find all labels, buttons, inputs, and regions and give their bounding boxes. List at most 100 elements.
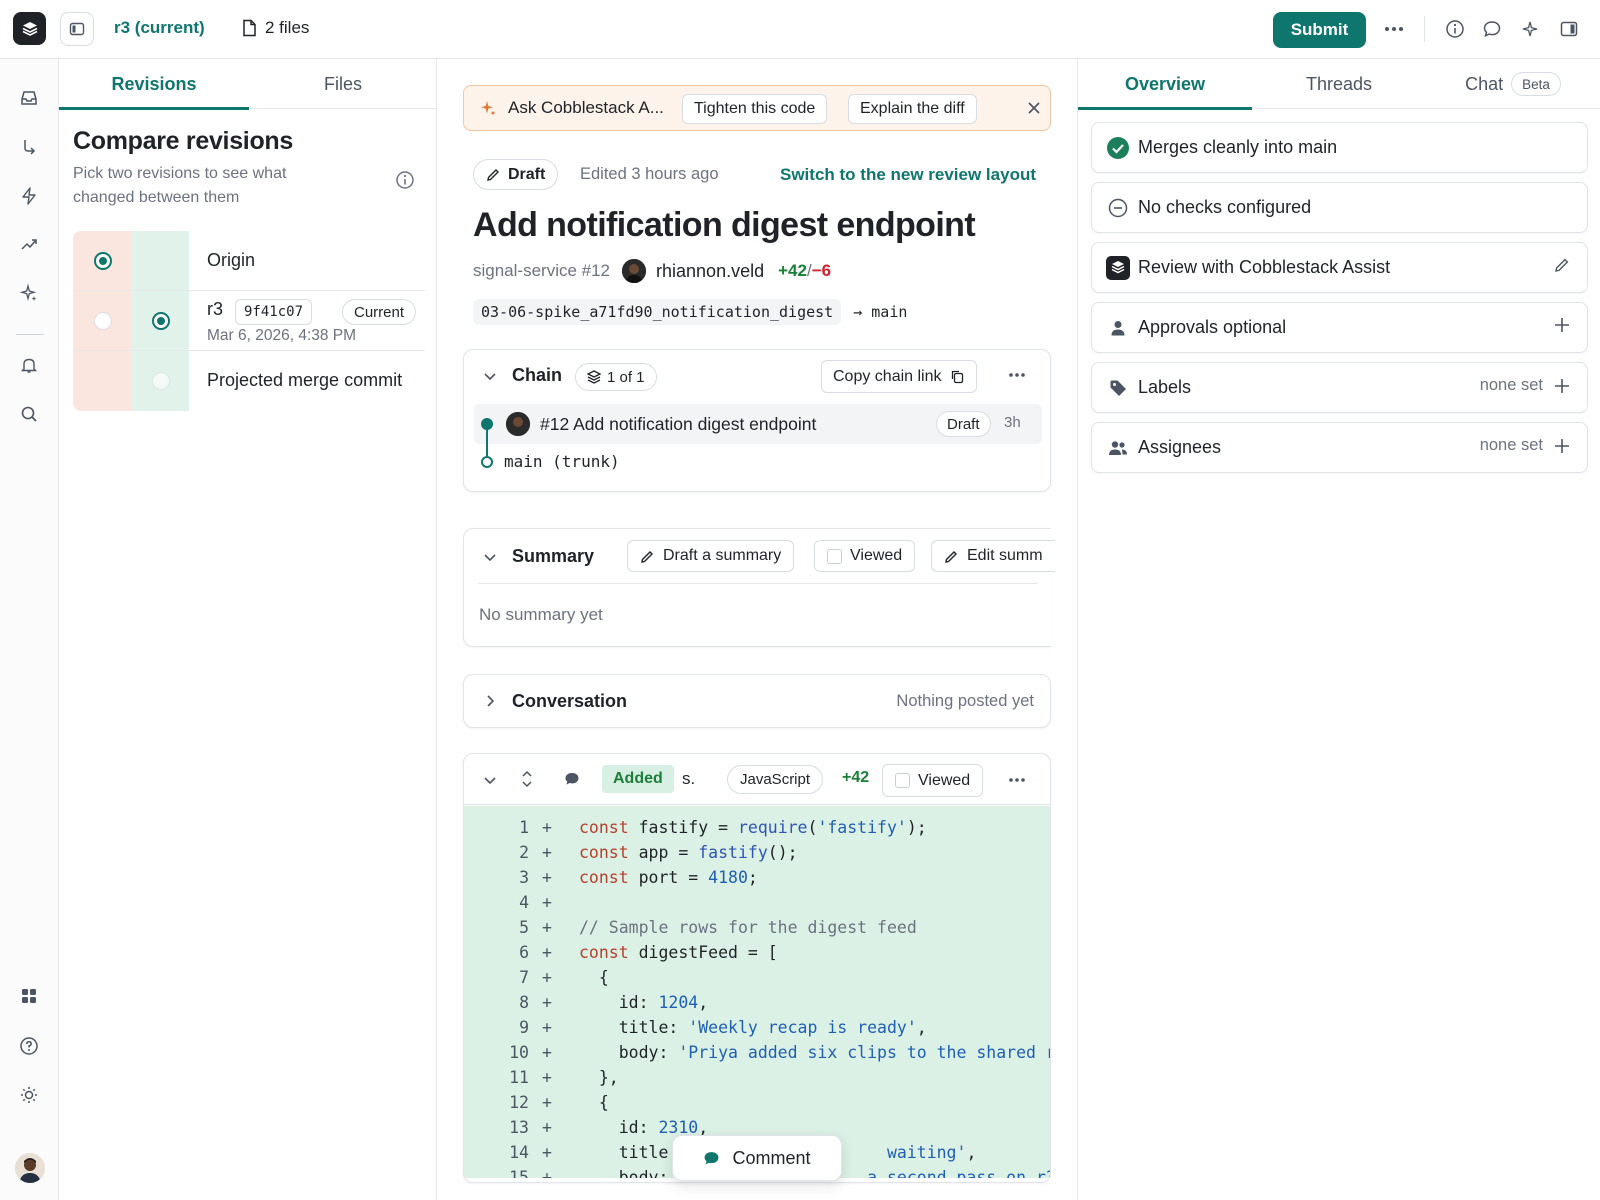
help-icon[interactable]	[17, 1034, 41, 1058]
line-number[interactable]: 15	[504, 1165, 529, 1178]
diff-line[interactable]: 6 + const digestFeed = [	[464, 940, 1050, 965]
chevron-down-icon[interactable]	[482, 772, 498, 788]
tab-threads[interactable]: Threads	[1252, 59, 1426, 109]
current-revision-link[interactable]: r3 (current)	[114, 18, 205, 38]
line-number[interactable]: 5	[504, 915, 529, 940]
info-icon[interactable]	[395, 170, 415, 190]
line-number[interactable]: 13	[504, 1115, 529, 1140]
origin-radio-selected[interactable]	[94, 252, 112, 270]
diff-line[interactable]: 12 + {	[464, 1090, 1050, 1115]
more-options-icon[interactable]	[1008, 777, 1026, 783]
line-number[interactable]: 7	[504, 965, 529, 990]
trend-chart-icon[interactable]	[17, 232, 41, 256]
chevron-right-icon[interactable]	[482, 693, 498, 709]
user-avatar[interactable]	[15, 1153, 45, 1183]
draft-status-button[interactable]: Draft	[473, 159, 559, 190]
inbox-icon[interactable]	[17, 86, 41, 110]
assignees-item[interactable]: Assignees none set	[1091, 422, 1588, 473]
app-logo-icon[interactable]	[13, 12, 46, 45]
sparkle-icon[interactable]	[17, 281, 41, 305]
apps-grid-icon[interactable]	[17, 984, 41, 1008]
line-number[interactable]: 11	[504, 1065, 529, 1090]
expand-lines-icon[interactable]	[520, 770, 534, 788]
revision-row-merge[interactable]: Projected merge commit	[73, 351, 425, 411]
assist-review-item[interactable]: Review with Cobblestack Assist	[1091, 242, 1588, 293]
source-branch[interactable]: 03-06-spike_a71fd90_notification_digest	[473, 299, 842, 325]
diff-line[interactable]: 1 + const fastify = require('fastify');	[464, 815, 1050, 840]
line-number[interactable]: 8	[504, 990, 529, 1015]
diff-line[interactable]: 8 + id: 1204,	[464, 990, 1050, 1015]
tab-overview[interactable]: Overview	[1078, 59, 1252, 110]
checks-item[interactable]: No checks configured	[1091, 182, 1588, 233]
files-count-link[interactable]: 2 files	[241, 18, 309, 38]
plus-icon[interactable]	[1553, 437, 1571, 455]
author-name[interactable]: rhiannon.veld	[656, 261, 764, 282]
comment-bubble-icon[interactable]	[564, 771, 580, 787]
line-number[interactable]: 1	[504, 815, 529, 840]
diff-line[interactable]: 10 + body: 'Priya added six clips to the …	[464, 1040, 1050, 1065]
sparkle-icon[interactable]	[1518, 17, 1542, 41]
line-number[interactable]: 4	[504, 890, 529, 915]
copy-chain-link-button[interactable]: Copy chain link	[821, 360, 977, 393]
plus-icon[interactable]	[1553, 316, 1571, 334]
file-viewed-toggle[interactable]: Viewed	[882, 764, 984, 797]
plus-icon[interactable]	[1553, 377, 1571, 395]
revision-row-r3[interactable]: r3 9f41c07 Current Mar 6, 2026, 4:38 PM	[73, 291, 425, 351]
diff-code-area[interactable]: 1 + const fastify = require('fastify'); 2 + c…	[464, 806, 1050, 1178]
chevron-down-icon[interactable]	[482, 549, 498, 565]
line-number[interactable]: 10	[504, 1040, 529, 1065]
more-options-icon[interactable]	[1382, 17, 1406, 41]
sidebar-toggle-icon[interactable]	[60, 12, 94, 46]
diff-line[interactable]: 5 + // Sample rows for the digest feed	[464, 915, 1050, 940]
submit-button[interactable]: Submit	[1273, 12, 1366, 48]
compare-radio[interactable]	[152, 372, 170, 390]
info-icon[interactable]	[1443, 17, 1467, 41]
origin-radio[interactable]	[94, 312, 112, 330]
diff-line[interactable]: 11 + },	[464, 1065, 1050, 1090]
chain-item-title[interactable]: #12 Add notification digest endpoint	[540, 414, 816, 435]
explain-diff-button[interactable]: Explain the diff	[848, 94, 977, 124]
right-panel-toggle-icon[interactable]	[1557, 17, 1581, 41]
chevron-down-icon[interactable]	[482, 368, 498, 384]
tab-chat[interactable]: Chat Beta	[1426, 59, 1600, 109]
edit-summary-button[interactable]: Edit summ	[931, 540, 1055, 572]
switch-layout-link[interactable]: Switch to the new review layout	[780, 165, 1036, 185]
tab-files[interactable]: Files	[249, 59, 437, 109]
tab-revisions[interactable]: Revisions	[59, 59, 249, 110]
diff-line[interactable]: 9 + title: 'Weekly recap is ready',	[464, 1015, 1050, 1040]
assistant-prompt[interactable]: Ask Cobblestack A...	[508, 98, 664, 118]
labels-item[interactable]: Labels none set	[1091, 362, 1588, 413]
diff-line[interactable]: 4 +	[464, 890, 1050, 915]
bell-icon[interactable]	[17, 353, 41, 377]
line-number[interactable]: 14	[504, 1140, 529, 1165]
viewed-checkbox[interactable]	[827, 548, 842, 564]
draft-summary-button[interactable]: Draft a summary	[627, 540, 795, 572]
approvals-item[interactable]: Approvals optional	[1091, 302, 1588, 353]
diff-line[interactable]: 7 + {	[464, 965, 1050, 990]
conversation-card[interactable]: Conversation Nothing posted yet	[463, 674, 1051, 728]
file-name[interactable]: s.	[682, 769, 695, 789]
viewed-toggle[interactable]: Viewed	[814, 540, 916, 572]
lightning-icon[interactable]	[17, 184, 41, 208]
more-options-icon[interactable]	[1008, 372, 1026, 378]
line-number[interactable]: 3	[504, 865, 529, 890]
diff-line[interactable]: 2 + const app = fastify();	[464, 840, 1050, 865]
pencil-icon[interactable]	[1553, 256, 1571, 274]
comment-bubble-icon[interactable]	[1480, 17, 1504, 41]
branch-arrow-icon[interactable]	[17, 135, 41, 159]
merge-status-item[interactable]: Merges cleanly into main	[1091, 122, 1588, 173]
viewed-checkbox[interactable]	[895, 773, 910, 788]
line-number[interactable]: 9	[504, 1015, 529, 1040]
line-number[interactable]: 12	[504, 1090, 529, 1115]
theme-sun-icon[interactable]	[17, 1083, 41, 1107]
revision-row-origin[interactable]: Origin	[73, 231, 425, 291]
line-number[interactable]: 2	[504, 840, 529, 865]
comment-button[interactable]: Comment	[672, 1135, 842, 1181]
tighten-code-button[interactable]: Tighten this code	[682, 94, 828, 124]
line-number[interactable]: 6	[504, 940, 529, 965]
repo-label[interactable]: signal-service #12	[473, 261, 610, 281]
compare-radio-selected[interactable]	[152, 312, 170, 330]
search-icon[interactable]	[17, 402, 41, 426]
diff-line[interactable]: 3 + const port = 4180;	[464, 865, 1050, 890]
close-icon[interactable]	[1025, 99, 1043, 117]
